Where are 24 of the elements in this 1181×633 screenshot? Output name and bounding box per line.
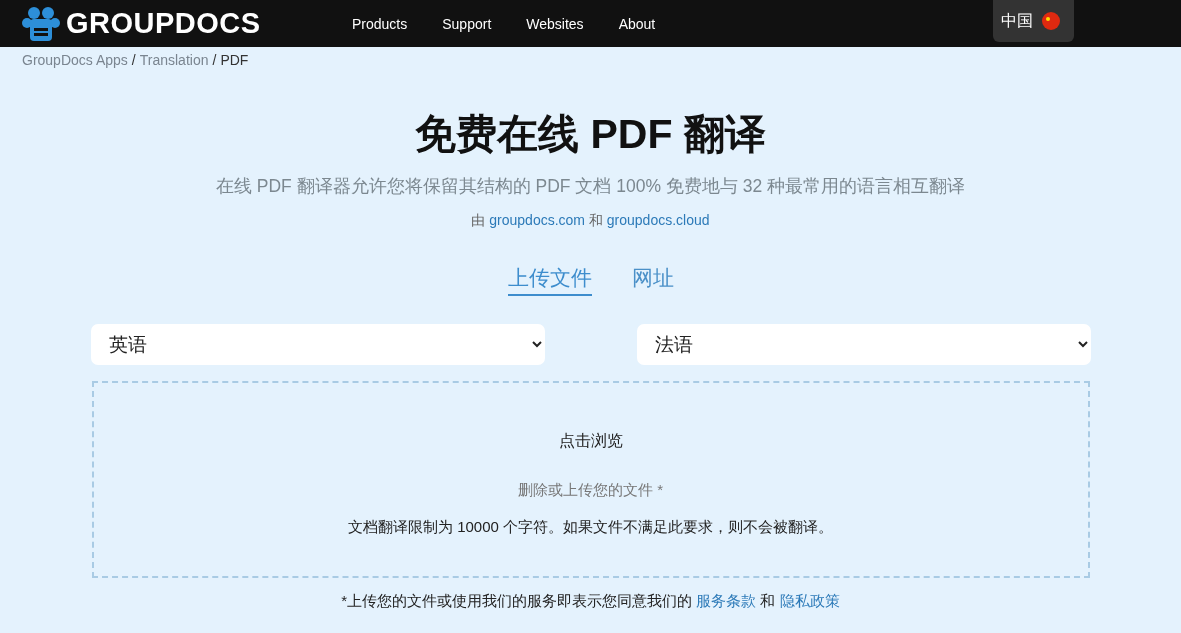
nav-link[interactable]: Websites — [526, 15, 584, 32]
credit-text: 由 groupdocs.com 和 groupdocs.cloud — [470, 212, 711, 230]
upload-drop-zone[interactable]: 点击浏览 删除或上传您的文件 * 文档翻译限制为 10000 个字符。如果文件不满足此要求，则不会被翻译。 — [91, 381, 1090, 578]
breadcrumb-separator: / — [212, 52, 217, 70]
logo-text: GROUPDOCS — [66, 7, 261, 40]
target-language-select[interactable]: 法语 — [636, 324, 1091, 365]
limit-notice: 文档翻译限制为 10000 个字符。如果文件不满足此要求，则不会被翻译。 — [347, 518, 833, 537]
breadcrumb-separator: / — [131, 52, 136, 70]
logo-icon — [22, 5, 60, 42]
breadcrumb-current: PDF — [220, 52, 249, 70]
nav-link[interactable]: About — [618, 15, 656, 32]
nav-link[interactable]: Products — [352, 15, 408, 32]
privacy-link[interactable]: 隐私政策 — [779, 592, 840, 609]
groupdocs-cloud-link[interactable]: groupdocs.cloud — [606, 212, 710, 228]
terms-notice: *上传您的文件或使用我们的服务即表示您同意我们的 服务条款 和 隐私政策 — [340, 592, 841, 611]
language-selector[interactable]: 中国 — [993, 0, 1074, 42]
terms-link[interactable]: 服务条款 — [696, 592, 757, 609]
subtitle: 在线 PDF 翻译器允许您将保留其结构的 PDF 文档 100% 免费地与 32 种最常用的语言相互翻译 — [214, 175, 967, 198]
nav-link[interactable]: Support — [442, 15, 492, 32]
page-title: 免费在线 PDF 翻译 — [414, 110, 767, 158]
source-language-select[interactable]: 英语 — [90, 324, 545, 365]
upload-hint: 删除或上传您的文件 * — [518, 481, 663, 500]
groupdocs-com-link[interactable]: groupdocs.com — [489, 212, 586, 228]
china-flag-icon — [1042, 12, 1060, 30]
